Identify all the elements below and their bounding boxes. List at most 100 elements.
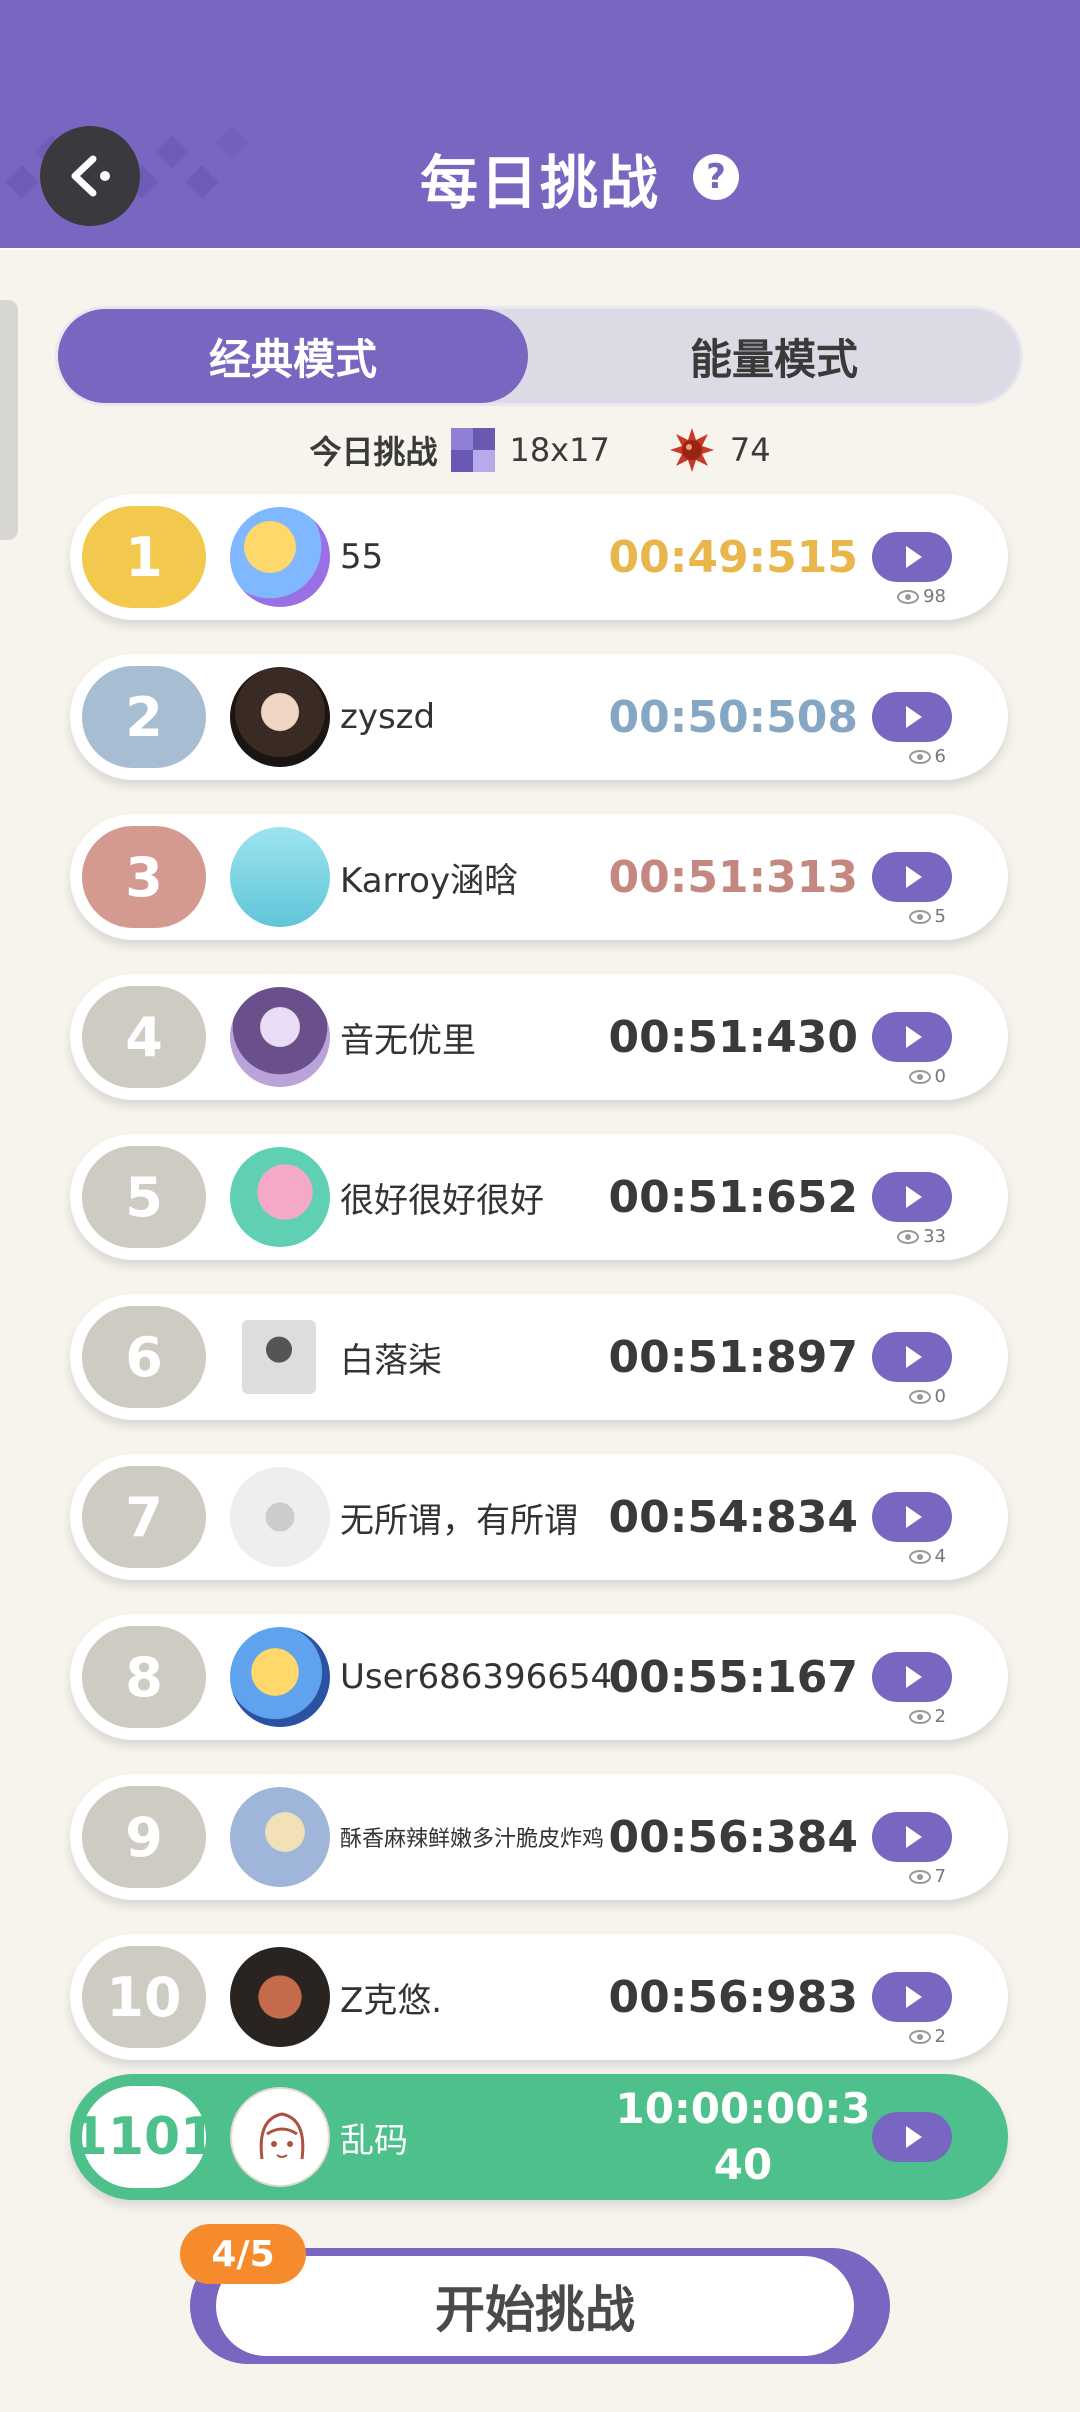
rank-badge: 2 <box>82 666 206 768</box>
my-avatar <box>230 2087 330 2187</box>
player-name: 很好很好很好 <box>340 1180 544 1221</box>
player-avatar <box>230 1627 330 1727</box>
view-count-value: 33 <box>923 1226 946 1247</box>
player-name: 白落柒 <box>340 1340 442 1381</box>
leaderboard-row[interactable]: 1 55 00:49:515 98 <box>70 494 1008 620</box>
view-count: 6 <box>908 746 946 767</box>
replay-play-button[interactable] <box>872 852 952 902</box>
board-size-icon <box>451 428 496 472</box>
player-avatar <box>230 1467 330 1567</box>
rank-badge: 1 <box>82 506 206 608</box>
view-count: 0 <box>908 1066 946 1087</box>
eye-icon <box>908 1549 931 1564</box>
leaderboard-row[interactable]: 10 Z克悠. 00:56:983 2 <box>70 1934 1008 2060</box>
tab-energy-mode[interactable]: 能量模式 <box>528 309 1020 403</box>
help-icon[interactable]: ? <box>693 154 739 200</box>
view-count-value: 5 <box>934 906 946 927</box>
replay-play-button[interactable] <box>872 1972 952 2022</box>
replay-play-button[interactable] <box>872 1172 952 1222</box>
view-count-value: 0 <box>934 1386 946 1407</box>
leaderboard-row[interactable]: 4 音无优里 00:51:430 0 <box>70 974 1008 1100</box>
player-name: 酥香麻辣鲜嫩多汁脆皮炸鸡 <box>340 1827 605 1852</box>
view-count-value: 4 <box>934 1546 946 1567</box>
my-time-line1: 10:00:00:3 <box>615 2084 871 2133</box>
eye-icon <box>897 1229 920 1244</box>
replay-play-button[interactable] <box>872 532 952 582</box>
player-avatar <box>230 667 330 767</box>
player-name: User686396654 <box>340 1657 613 1697</box>
view-count-value: 2 <box>934 2026 946 2047</box>
eye-icon <box>908 2029 931 2044</box>
finish-time: 00:50:508 <box>608 691 859 743</box>
eye-icon <box>897 589 920 604</box>
player-avatar <box>242 1320 316 1394</box>
header-divider <box>0 248 1080 250</box>
leaderboard-row[interactable]: 2 zyszd 00:50:508 6 <box>70 654 1008 780</box>
my-play-button[interactable] <box>872 2112 952 2162</box>
view-count: 2 <box>908 1706 946 1727</box>
mine-count: 74 <box>729 431 771 469</box>
player-name: 音无优里 <box>340 1020 476 1061</box>
player-name: Z克悠. <box>340 1980 443 2021</box>
view-count-value: 2 <box>934 1706 946 1727</box>
player-name: Karroy涵晗 <box>340 860 519 901</box>
eye-icon <box>908 1709 931 1724</box>
rank-badge: 3 <box>82 826 206 928</box>
finish-time: 00:56:384 <box>608 1811 859 1863</box>
replay-play-button[interactable] <box>872 1812 952 1862</box>
player-avatar <box>230 827 330 927</box>
replay-play-button[interactable] <box>872 692 952 742</box>
replay-play-button[interactable] <box>872 1012 952 1062</box>
eye-icon <box>908 1869 931 1884</box>
header-bar: 每日挑战 ? <box>0 0 1080 250</box>
leaderboard-row[interactable]: 9 酥香麻辣鲜嫩多汁脆皮炸鸡 00:56:384 7 <box>70 1774 1008 1900</box>
replay-play-button[interactable] <box>872 1332 952 1382</box>
view-count: 2 <box>908 2026 946 2047</box>
finish-time: 00:51:430 <box>608 1011 859 1063</box>
mine-icon <box>669 428 714 472</box>
page-title: 每日挑战 <box>419 149 660 217</box>
leaderboard-row[interactable]: 7 无所谓，有所谓 00:54:834 4 <box>70 1454 1008 1580</box>
finish-time: 00:51:652 <box>608 1171 859 1223</box>
player-avatar <box>230 1787 330 1887</box>
player-avatar <box>230 507 330 607</box>
replay-play-button[interactable] <box>872 1652 952 1702</box>
view-count: 4 <box>908 1546 946 1567</box>
view-count-value: 6 <box>934 746 946 767</box>
eye-icon <box>908 749 931 764</box>
my-rank-row[interactable]: 1101 乱码 10:00:00:3 40 <box>70 2074 1008 2200</box>
view-count: 33 <box>897 1226 946 1247</box>
challenge-label: 今日挑战 <box>309 433 438 471</box>
finish-time: 00:56:983 <box>608 1971 859 2023</box>
challenge-info: 今日挑战 18x17 74 <box>0 420 1080 480</box>
player-name: 无所谓，有所谓 <box>340 1500 578 1541</box>
view-count-value: 98 <box>923 586 946 607</box>
leaderboard-row[interactable]: 6 白落柒 00:51:897 0 <box>70 1294 1008 1420</box>
leaderboard-row[interactable]: 5 很好很好很好 00:51:652 33 <box>70 1134 1008 1260</box>
finish-time: 00:49:515 <box>608 531 859 583</box>
tab-classic-mode[interactable]: 经典模式 <box>58 309 528 403</box>
finish-time: 00:51:313 <box>608 851 859 903</box>
player-avatar <box>230 1147 330 1247</box>
view-count: 5 <box>908 906 946 927</box>
mode-tabs: 经典模式 能量模式 <box>55 306 1023 406</box>
view-count: 98 <box>897 586 946 607</box>
replay-play-button[interactable] <box>872 1492 952 1542</box>
player-name: 55 <box>340 537 384 577</box>
player-avatar <box>230 1947 330 2047</box>
rank-badge: 9 <box>82 1786 206 1888</box>
player-avatar <box>230 987 330 1087</box>
view-count-value: 7 <box>934 1866 946 1887</box>
eye-icon <box>908 1069 931 1084</box>
leaderboard-row[interactable]: 3 Karroy涵晗 00:51:313 5 <box>70 814 1008 940</box>
finish-time: 00:54:834 <box>608 1491 859 1543</box>
rank-badge: 10 <box>82 1946 206 2048</box>
view-count: 7 <box>908 1866 946 1887</box>
leaderboard-row[interactable]: 8 User686396654 00:55:167 2 <box>70 1614 1008 1740</box>
eye-icon <box>908 909 931 924</box>
rank-badge: 4 <box>82 986 206 1088</box>
my-time: 10:00:00:3 40 <box>616 2074 871 2200</box>
eye-icon <box>908 1389 931 1404</box>
start-challenge-button[interactable]: 开始挑战 <box>216 2256 854 2356</box>
view-count: 0 <box>908 1386 946 1407</box>
